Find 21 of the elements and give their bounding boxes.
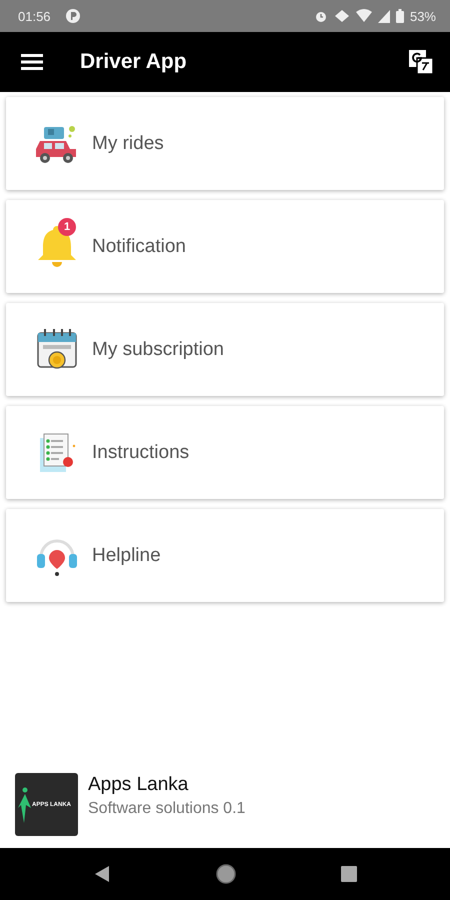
translate-icon[interactable] (408, 49, 434, 75)
alarm-icon (314, 9, 328, 23)
menu-card[interactable]: 1 Notification (6, 200, 444, 293)
back-icon[interactable] (92, 865, 111, 883)
signal-icon (378, 9, 390, 23)
recents-icon[interactable] (341, 866, 358, 882)
battery-level: 53% (410, 8, 436, 24)
battery-icon (396, 9, 404, 23)
wifi-icon (356, 9, 372, 23)
menu-card[interactable]: Helpline (6, 509, 444, 602)
arrow-icon (18, 784, 32, 824)
menu-card[interactable]: Instructions (6, 406, 444, 499)
clock-time: 01:56 (18, 8, 51, 24)
home-icon[interactable] (216, 864, 236, 884)
notification-badge: 1 (58, 218, 76, 236)
app-title: Driver App (80, 50, 188, 74)
company-name: Apps Lanka (88, 774, 190, 796)
menu-card[interactable]: My subscription (6, 303, 444, 396)
company-tagline: Software solutions 0.1 (88, 800, 246, 818)
menu-icon[interactable] (21, 53, 43, 71)
menu-card[interactable]: My rides (6, 97, 444, 190)
